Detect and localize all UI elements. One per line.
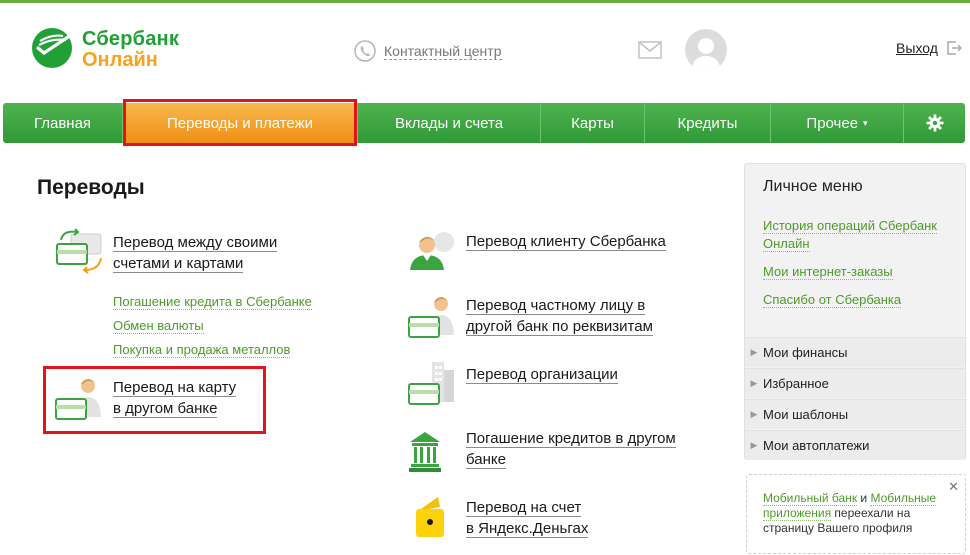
chevron-right-icon: ▶ xyxy=(750,440,758,450)
transfer-private-person[interactable]: Перевод частному лицу в другой банк по р… xyxy=(408,293,653,339)
chevron-right-icon: ▶ xyxy=(750,347,758,357)
logout-link[interactable]: Выход xyxy=(896,40,938,56)
contact-center[interactable]: Контактный центр xyxy=(354,39,502,63)
transfer-own-accounts[interactable]: Перевод между своими счетами и картами xyxy=(55,228,278,274)
gear-icon xyxy=(926,114,943,132)
nav-credits[interactable]: Кредиты xyxy=(645,103,771,143)
card-transfer-highlight-box xyxy=(43,366,266,434)
personal-menu-title: Личное меню xyxy=(763,178,863,195)
logout[interactable]: Выход xyxy=(896,40,962,56)
transfer-own-accounts-line1[interactable]: Перевод между своими xyxy=(113,234,278,252)
sublink-currency-exchange[interactable]: Обмен валюты xyxy=(113,318,204,334)
organization-building-icon xyxy=(408,362,454,405)
side-item-label: Избранное xyxy=(763,376,829,391)
transfer-private-person-line2[interactable]: другой банк по реквизитам xyxy=(466,318,653,336)
transfer-organization-label[interactable]: Перевод организации xyxy=(466,366,618,384)
transfer-sberbank-client-label[interactable]: Перевод клиенту Сбербанка xyxy=(466,233,666,251)
repay-loans-line2[interactable]: банке xyxy=(466,451,506,469)
chevron-down-icon: ▾ xyxy=(863,117,868,128)
transfer-yandex-line1[interactable]: Перевод на счет xyxy=(466,499,582,517)
transfer-private-person-line1[interactable]: Перевод частному лицу в xyxy=(466,297,646,315)
side-item-my-finances[interactable]: ▶ Мои финансы xyxy=(745,337,965,367)
sublink-metals[interactable]: Покупка и продажа металлов xyxy=(113,342,291,358)
notice-text: Мобильный банк и Мобильные приложения пе… xyxy=(763,491,948,536)
repay-loans-other-bank[interactable]: Погашение кредитов в другом банке xyxy=(408,428,676,474)
side-item-label: Мои шаблоны xyxy=(763,407,849,422)
logout-icon[interactable] xyxy=(946,40,962,56)
nav-settings[interactable] xyxy=(904,103,965,143)
side-link-internet-orders[interactable]: Мои интернет-заказы xyxy=(763,263,958,281)
personal-menu-panel: Личное меню История операций Сбербанк Он… xyxy=(744,163,966,460)
bank-building-icon xyxy=(409,432,441,472)
close-icon[interactable]: ✕ xyxy=(948,479,959,495)
sberbank-logo-icon xyxy=(32,28,72,68)
mail-icon[interactable] xyxy=(638,41,662,59)
yandex-money-wallet-icon xyxy=(416,497,444,537)
transfer-organization[interactable]: Перевод организации xyxy=(408,360,618,406)
transfer-own-accounts-line2[interactable]: счетами и картами xyxy=(113,255,244,273)
nav-deposits-accounts[interactable]: Вклады и счета xyxy=(358,103,541,143)
sublink-loan-repayment[interactable]: Погашение кредита в Сбербанке xyxy=(113,294,312,310)
private-person-card-icon xyxy=(408,297,454,338)
side-item-templates[interactable]: ▶ Мои шаблоны xyxy=(745,399,965,429)
avatar[interactable] xyxy=(685,29,727,71)
chevron-right-icon: ▶ xyxy=(750,378,758,388)
nav-highlight-box xyxy=(123,99,357,146)
mobile-bank-notice: ✕ Мобильный банк и Мобильные приложения … xyxy=(746,474,966,554)
side-item-label: Мои автоплатежи xyxy=(763,438,870,453)
side-item-autopayments[interactable]: ▶ Мои автоплатежи xyxy=(745,430,965,460)
contact-center-link[interactable]: Контактный центр xyxy=(384,43,502,60)
phone-icon xyxy=(354,40,376,62)
transfer-yandex-line2[interactable]: в Яндекс.Деньгах xyxy=(466,520,589,538)
transfer-sberbank-client[interactable]: Перевод клиенту Сбербанка xyxy=(408,228,666,274)
page-title: Переводы xyxy=(37,176,145,199)
logo-title: Сбербанк xyxy=(82,28,180,50)
nav-other-label: Прочее xyxy=(806,114,859,132)
sberbank-client-icon xyxy=(410,232,454,270)
side-link-operations-history[interactable]: История операций Сбербанк Онлайн xyxy=(763,217,958,253)
user-silhouette-icon xyxy=(691,38,721,71)
nav-cards[interactable]: Карты xyxy=(541,103,645,143)
own-accounts-transfer-icon xyxy=(56,228,102,274)
side-item-favorites[interactable]: ▶ Избранное xyxy=(745,368,965,398)
transfer-yandex-money[interactable]: Перевод на счет в Яндекс.Деньгах xyxy=(408,495,589,541)
nav-other[interactable]: Прочее ▾ xyxy=(771,103,904,143)
chevron-right-icon: ▶ xyxy=(750,409,758,419)
logo-subtitle: Онлайн xyxy=(82,49,158,71)
side-link-spasibo[interactable]: Спасибо от Сбербанка xyxy=(763,291,958,309)
sberbank-online-logo[interactable]: Сбербанк Онлайн xyxy=(30,26,190,72)
mobile-bank-link[interactable]: Мобильный банк xyxy=(763,491,858,506)
nav-home[interactable]: Главная xyxy=(3,103,123,143)
notice-and: и xyxy=(857,491,871,505)
top-accent-line xyxy=(0,0,970,3)
side-item-label: Мои финансы xyxy=(763,345,848,360)
repay-loans-line1[interactable]: Погашение кредитов в другом xyxy=(466,430,676,448)
